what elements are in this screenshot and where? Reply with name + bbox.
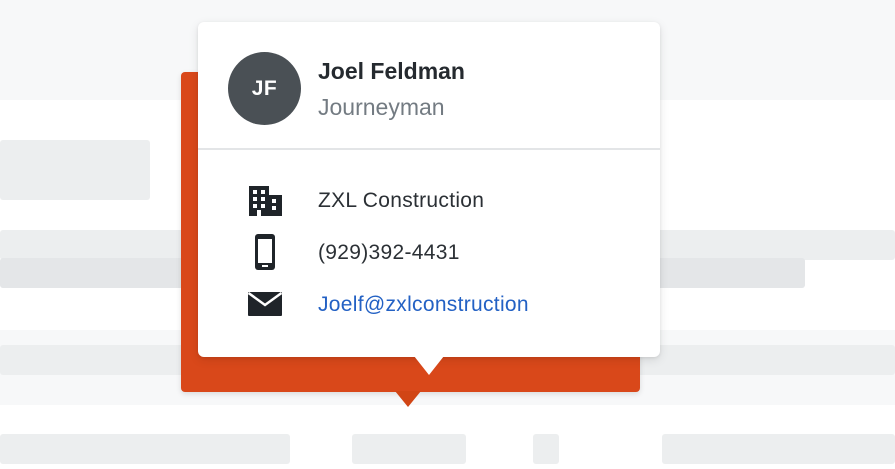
avatar-initials: JF xyxy=(251,76,278,100)
contact-role: Journeyman xyxy=(318,94,445,120)
skeleton-bar xyxy=(533,434,559,464)
phone-row: (929)392-4431 xyxy=(198,234,660,270)
skeleton-bar xyxy=(662,434,895,464)
skeleton-bar xyxy=(352,434,466,464)
envelope-icon xyxy=(245,286,285,322)
email-row: Joelf@zxlconstruction xyxy=(198,286,660,322)
card-divider xyxy=(198,148,660,150)
mobile-phone-icon xyxy=(245,234,285,270)
contact-card: JF Joel Feldman Journeyman ZXL Construct… xyxy=(198,22,660,357)
building-icon xyxy=(245,182,285,218)
company-row: ZXL Construction xyxy=(198,182,660,218)
page-background: JF Joel Feldman Journeyman ZXL Construct… xyxy=(0,0,895,469)
email-link[interactable]: Joelf@zxlconstruction xyxy=(318,293,529,317)
contact-name: Joel Feldman xyxy=(318,58,465,84)
company-name: ZXL Construction xyxy=(318,189,485,212)
skeleton-bar xyxy=(0,140,150,200)
avatar: JF xyxy=(228,52,301,125)
phone-number[interactable]: (929)392-4431 xyxy=(318,241,460,265)
card-pointer xyxy=(414,356,444,375)
backdrop-pointer xyxy=(395,391,421,407)
skeleton-bar xyxy=(0,434,290,464)
